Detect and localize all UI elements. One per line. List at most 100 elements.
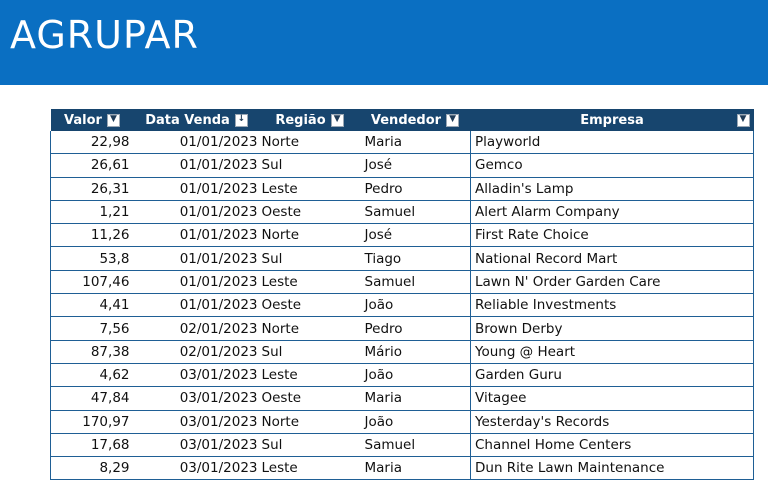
cell-vendedor[interactable]: Samuel — [359, 433, 471, 458]
cell-empresa[interactable]: Yesterday's Records — [470, 410, 754, 434]
cell-vendedor[interactable]: João — [359, 410, 471, 434]
cell-empresa[interactable]: Channel Home Centers — [470, 433, 754, 458]
cell-regiao[interactable]: Oeste — [259, 293, 360, 318]
cell-regiao[interactable]: Sul — [259, 340, 360, 364]
cell-valor[interactable]: 7,56 — [50, 316, 134, 341]
header-data-venda: Data Venda ↓ — [133, 109, 260, 131]
cell-regiao[interactable]: Norte — [259, 316, 360, 341]
table-row: 11,26 01/01/2023 Norte José First Rate Choic… — [50, 223, 754, 248]
cell-data-venda[interactable]: 01/01/2023 — [133, 246, 260, 271]
filter-dropdown-icon[interactable]: ▼ — [106, 113, 120, 127]
cell-regiao[interactable]: Leste — [259, 177, 360, 201]
cell-data-venda[interactable]: 02/01/2023 — [133, 340, 260, 364]
cell-valor[interactable]: 17,68 — [50, 433, 134, 458]
cell-data-venda[interactable]: 01/01/2023 — [133, 270, 260, 295]
cell-valor[interactable]: 87,38 — [50, 340, 134, 364]
sort-ascending-icon[interactable]: ↓ — [234, 113, 248, 127]
cell-vendedor[interactable]: Mário — [359, 340, 471, 364]
filter-dropdown-icon[interactable]: ▼ — [446, 113, 460, 127]
cell-valor[interactable]: 8,29 — [50, 456, 134, 480]
table-row: 8,29 03/01/2023 Leste Maria Dun Rite Lawn Ma… — [50, 456, 754, 480]
filter-dropdown-icon[interactable]: ▼ — [736, 114, 750, 127]
cell-valor[interactable]: 4,41 — [50, 293, 134, 318]
cell-empresa[interactable]: First Rate Choice — [470, 223, 754, 248]
cell-vendedor[interactable]: Maria — [359, 131, 471, 155]
cell-data-venda[interactable]: 01/01/2023 — [133, 177, 260, 201]
cell-regiao[interactable]: Leste — [259, 270, 360, 295]
header-vendedor: Vendedor ▼ — [359, 109, 471, 131]
cell-valor[interactable]: 1,21 — [50, 200, 134, 225]
cell-regiao[interactable]: Sul — [259, 433, 360, 458]
cell-vendedor[interactable]: Pedro — [359, 316, 471, 341]
cell-data-venda[interactable]: 02/01/2023 — [133, 316, 260, 341]
cell-vendedor[interactable]: Samuel — [359, 270, 471, 295]
cell-regiao[interactable]: Norte — [259, 131, 360, 155]
cell-data-venda[interactable]: 01/01/2023 — [133, 200, 260, 225]
cell-empresa[interactable]: Brown Derby — [470, 316, 754, 341]
cell-valor[interactable]: 22,98 — [50, 131, 134, 155]
table-body: 22,98 01/01/2023 Norte Maria Playworld 26,61 0… — [50, 131, 754, 480]
cell-regiao[interactable]: Oeste — [259, 386, 360, 411]
cell-data-venda[interactable]: 03/01/2023 — [133, 410, 260, 434]
cell-vendedor[interactable]: João — [359, 293, 471, 318]
table-header-row: Valor ▼ Data Venda ↓ Região ▼ Vendedor ▼ Emp… — [50, 109, 754, 131]
cell-empresa[interactable]: Gemco — [470, 153, 754, 178]
cell-valor[interactable]: 11,26 — [50, 223, 134, 248]
filter-dropdown-icon[interactable]: ▼ — [330, 113, 344, 127]
cell-vendedor[interactable]: Maria — [359, 456, 471, 480]
cell-data-venda[interactable]: 01/01/2023 — [133, 293, 260, 318]
cell-data-venda[interactable]: 03/01/2023 — [133, 456, 260, 480]
cell-vendedor[interactable]: Samuel — [359, 200, 471, 225]
cell-valor[interactable]: 53,8 — [50, 246, 134, 271]
table-row: 47,84 03/01/2023 Oeste Maria Vitagee — [50, 386, 754, 411]
cell-vendedor[interactable]: José — [359, 153, 471, 178]
header-label: Região — [275, 112, 326, 128]
header-valor: Valor ▼ — [50, 109, 134, 131]
table-row: 1,21 01/01/2023 Oeste Samuel Alert Alarm Com… — [50, 200, 754, 225]
cell-valor[interactable]: 26,61 — [50, 153, 134, 178]
cell-empresa[interactable]: Alert Alarm Company — [470, 200, 754, 225]
table-row: 107,46 01/01/2023 Leste Samuel Lawn N' Order… — [50, 270, 754, 295]
cell-data-venda[interactable]: 03/01/2023 — [133, 363, 260, 388]
cell-valor[interactable]: 26,31 — [50, 177, 134, 201]
cell-vendedor[interactable]: Pedro — [359, 177, 471, 201]
cell-empresa[interactable]: Dun Rite Lawn Maintenance — [470, 456, 754, 480]
cell-vendedor[interactable]: José — [359, 223, 471, 248]
cell-regiao[interactable]: Leste — [259, 363, 360, 388]
cell-valor[interactable]: 4,62 — [50, 363, 134, 388]
cell-valor[interactable]: 47,84 — [50, 386, 134, 411]
table-row: 4,41 01/01/2023 Oeste João Reliable Investme… — [50, 293, 754, 318]
cell-regiao[interactable]: Sul — [259, 246, 360, 271]
cell-regiao[interactable]: Sul — [259, 153, 360, 178]
cell-regiao[interactable]: Leste — [259, 456, 360, 480]
cell-empresa[interactable]: Playworld — [470, 131, 754, 155]
cell-valor[interactable]: 170,97 — [50, 410, 134, 434]
cell-regiao[interactable]: Norte — [259, 223, 360, 248]
cell-empresa[interactable]: Reliable Investments — [470, 293, 754, 318]
cell-empresa[interactable]: Alladin's Lamp — [470, 177, 754, 201]
cell-data-venda[interactable]: 01/01/2023 — [133, 131, 260, 155]
cell-empresa[interactable]: Vitagee — [470, 386, 754, 411]
cell-data-venda[interactable]: 01/01/2023 — [133, 153, 260, 178]
cell-data-venda[interactable]: 03/01/2023 — [133, 433, 260, 458]
cell-regiao[interactable]: Norte — [259, 410, 360, 434]
header-empresa: Empresa ▼ — [470, 109, 754, 131]
cell-data-venda[interactable]: 01/01/2023 — [133, 223, 260, 248]
cell-empresa[interactable]: Lawn N' Order Garden Care — [470, 270, 754, 295]
cell-vendedor[interactable]: João — [359, 363, 471, 388]
cell-valor[interactable]: 107,46 — [50, 270, 134, 295]
cell-data-venda[interactable]: 03/01/2023 — [133, 386, 260, 411]
cell-vendedor[interactable]: Tiago — [359, 246, 471, 271]
table-row: 87,38 02/01/2023 Sul Mário Young @ Heart — [50, 340, 754, 364]
table-row: 22,98 01/01/2023 Norte Maria Playworld — [50, 131, 754, 155]
title-banner: AGRUPAR — [0, 0, 768, 85]
table-row: 7,56 02/01/2023 Norte Pedro Brown Derby — [50, 316, 754, 341]
cell-empresa[interactable]: Garden Guru — [470, 363, 754, 388]
table-row: 53,8 01/01/2023 Sul Tiago National Record Ma… — [50, 246, 754, 271]
header-label: Vendedor — [370, 112, 442, 128]
cell-empresa[interactable]: Young @ Heart — [470, 340, 754, 364]
data-table-container: Valor ▼ Data Venda ↓ Região ▼ Vendedor ▼ Emp… — [50, 109, 754, 480]
cell-regiao[interactable]: Oeste — [259, 200, 360, 225]
cell-vendedor[interactable]: Maria — [359, 386, 471, 411]
cell-empresa[interactable]: National Record Mart — [470, 246, 754, 271]
